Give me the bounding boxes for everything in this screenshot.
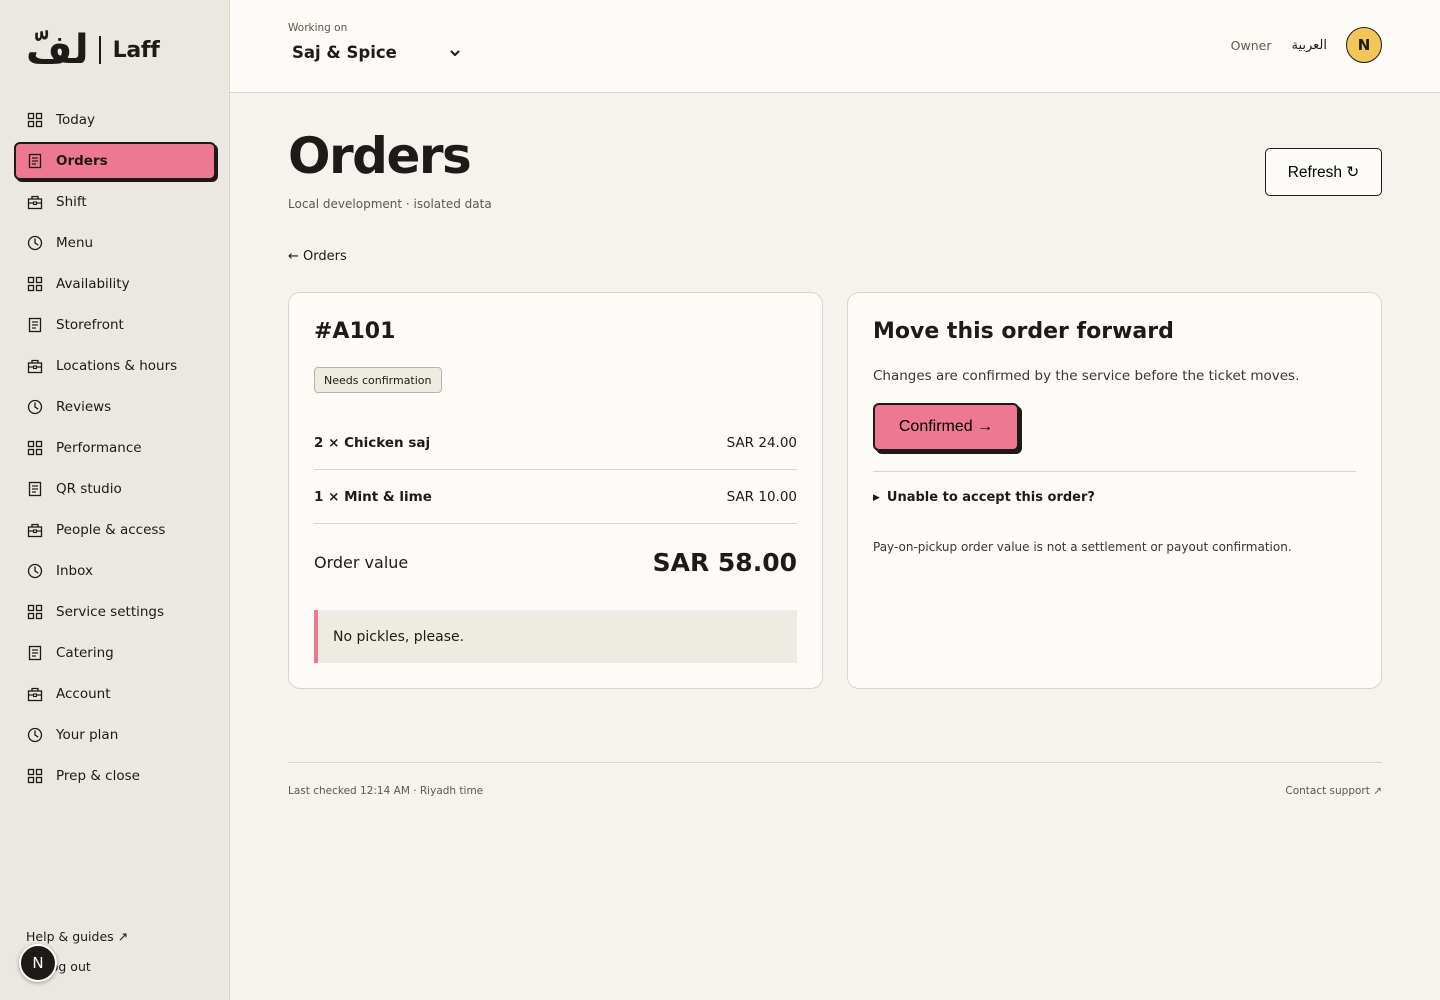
bag-icon	[27, 686, 43, 702]
user-avatar[interactable]: N	[1346, 27, 1382, 63]
brand-logo[interactable]: لفّ Laff	[26, 24, 160, 76]
sidebar-item-people-and-access[interactable]: People & access	[14, 511, 216, 549]
bag-icon	[27, 358, 43, 374]
sidebar-item-locations-and-hours[interactable]: Locations & hours	[14, 347, 216, 385]
clock-icon	[27, 399, 43, 415]
brand-divider	[98, 36, 101, 64]
order-details-card: #A101 Needs confirmation 2 × Chicken saj…	[288, 292, 823, 689]
sidebar-item-label: Service settings	[56, 604, 165, 620]
document-icon	[27, 317, 43, 333]
sidebar-item-shift[interactable]: Shift	[14, 183, 216, 221]
working-on-label: Working on	[288, 22, 348, 34]
order-line-item: 1 × Mint & lime SAR 10.00	[314, 470, 797, 524]
payment-note: Pay-on-pickup order value is not a settl…	[873, 540, 1292, 554]
order-line-item: 2 × Chicken saj SAR 24.00	[314, 416, 797, 470]
document-icon	[27, 481, 43, 497]
bag-icon	[27, 522, 43, 538]
sidebar-item-qr-studio[interactable]: QR studio	[14, 470, 216, 508]
sidebar-item-inbox[interactable]: Inbox	[14, 552, 216, 590]
sidebar-item-label: QR studio	[56, 481, 122, 497]
status-badge: Needs confirmation	[314, 367, 442, 393]
sidebar-item-account[interactable]: Account	[14, 675, 216, 713]
sidebar-item-label: Availability	[56, 276, 130, 292]
sidebar-item-label: People & access	[56, 522, 166, 538]
store-name: Saj & Spice	[292, 43, 397, 62]
sidebar-item-prep-and-close[interactable]: Prep & close	[14, 757, 216, 795]
chevron-down-icon	[450, 50, 460, 56]
clock-icon	[27, 235, 43, 251]
sidebar: لفّ Laff Today Orders Shift Menu Availabilit…	[0, 0, 230, 1000]
grid-icon	[27, 276, 43, 292]
order-id: #A101	[314, 319, 396, 344]
refresh-button[interactable]: Refresh ↻	[1265, 148, 1382, 196]
sidebar-item-label: Reviews	[56, 399, 112, 415]
sidebar-item-label: Storefront	[56, 317, 124, 333]
order-action-card: Move this order forward Changes are conf…	[847, 292, 1382, 689]
sidebar-nav: Today Orders Shift Menu Availability Storefro…	[14, 101, 216, 798]
sidebar-item-performance[interactable]: Performance	[14, 429, 216, 467]
sidebar-item-label: Today	[56, 112, 96, 128]
brand-name: Laff	[112, 37, 160, 63]
document-icon	[27, 645, 43, 661]
document-icon	[27, 153, 43, 169]
clock-icon	[27, 727, 43, 743]
line-item-name: 2 × Chicken saj	[314, 434, 431, 451]
sidebar-item-today[interactable]: Today	[14, 101, 216, 139]
sidebar-item-label: Account	[56, 686, 111, 702]
sidebar-item-reviews[interactable]: Reviews	[14, 388, 216, 426]
action-description: Changes are confirmed by the service bef…	[873, 368, 1300, 384]
last-checked-text: Last checked 12:14 AM · Riyadh time	[288, 785, 484, 797]
store-selector[interactable]: Saj & Spice	[288, 43, 461, 62]
footer-divider	[288, 762, 1382, 763]
topbar: Working on Saj & Spice Owner العربية N	[230, 0, 1440, 93]
sidebar-item-label: Menu	[56, 235, 94, 251]
bag-icon	[27, 194, 43, 210]
sidebar-item-your-plan[interactable]: Your plan	[14, 716, 216, 754]
contact-support-link[interactable]: Contact support ↗	[1285, 785, 1382, 797]
sidebar-item-availability[interactable]: Availability	[14, 265, 216, 303]
order-total-value: SAR 58.00	[652, 548, 797, 577]
sidebar-item-catering[interactable]: Catering	[14, 634, 216, 672]
sidebar-item-storefront[interactable]: Storefront	[14, 306, 216, 344]
page-subtitle: Local development · isolated data	[288, 197, 492, 211]
page-title: Orders	[288, 127, 472, 185]
confirm-order-button[interactable]: Confirmed →	[873, 403, 1019, 451]
language-switch[interactable]: العربية	[1291, 38, 1327, 53]
line-item-price: SAR 10.00	[726, 488, 797, 505]
order-note: No pickles, please.	[314, 610, 797, 663]
sidebar-item-label: Catering	[56, 645, 114, 661]
user-role: Owner	[1230, 37, 1272, 53]
sidebar-item-label: Shift	[56, 194, 87, 210]
back-to-orders-link[interactable]: ← Orders	[288, 249, 347, 264]
disclosure-triangle-icon: ▶	[873, 492, 880, 503]
sidebar-item-label: Prep & close	[56, 768, 140, 784]
sidebar-item-service-settings[interactable]: Service settings	[14, 593, 216, 631]
sidebar-item-menu[interactable]: Menu	[14, 224, 216, 262]
sidebar-item-label: Inbox	[56, 563, 93, 579]
line-item-name: 1 × Mint & lime	[314, 488, 432, 505]
grid-icon	[27, 440, 43, 456]
grid-icon	[27, 768, 43, 784]
sidebar-item-label: Orders	[56, 153, 108, 169]
grid-icon	[27, 112, 43, 128]
sidebar-item-label: Locations & hours	[56, 358, 178, 374]
sidebar-item-label: Your plan	[56, 727, 119, 743]
grid-icon	[27, 604, 43, 620]
sidebar-item-label: Performance	[56, 440, 142, 456]
topbar-actions: Owner العربية N	[1231, 27, 1382, 63]
floating-user-avatar[interactable]: N	[19, 944, 57, 982]
action-title: Move this order forward	[873, 319, 1174, 344]
line-item-price: SAR 24.00	[726, 434, 797, 451]
reject-order-label: Unable to accept this order?	[886, 490, 1095, 505]
help-guides-link[interactable]: Help & guides ↗	[26, 929, 128, 944]
divider	[873, 471, 1356, 472]
sidebar-item-orders[interactable]: Orders	[14, 142, 216, 180]
clock-icon	[27, 563, 43, 579]
reject-order-toggle[interactable]: ▶ Unable to accept this order?	[873, 490, 1095, 505]
brand-arabic-wordmark: لفّ	[26, 27, 89, 73]
order-total-row: Order value SAR 58.00	[314, 548, 797, 577]
order-total-label: Order value	[314, 553, 409, 572]
